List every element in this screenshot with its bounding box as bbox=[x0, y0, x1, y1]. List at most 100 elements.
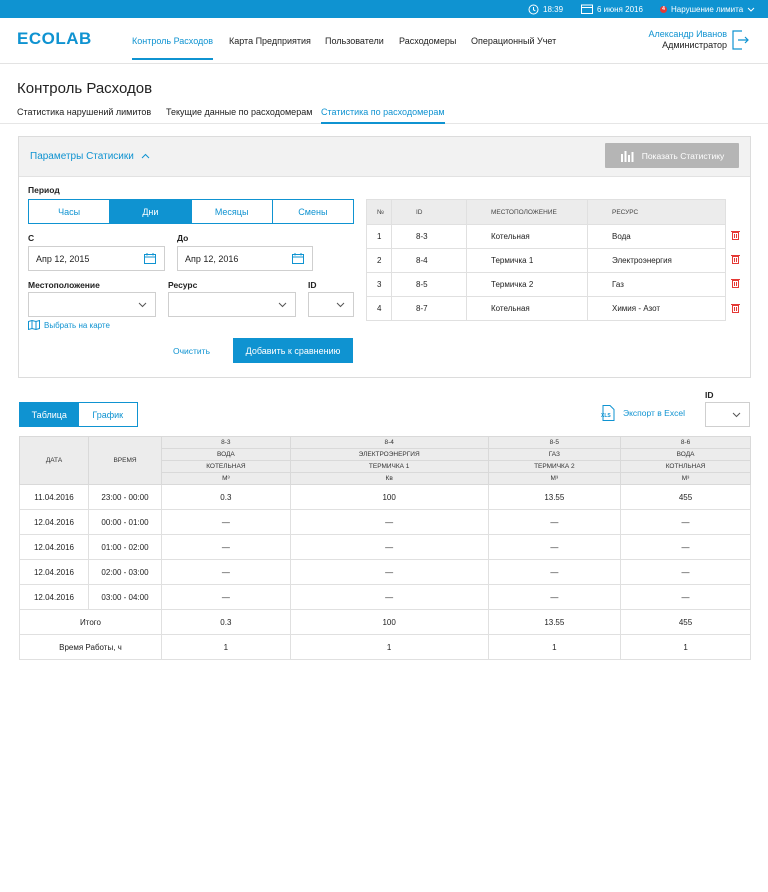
panel-title-text: Параметры Статисики bbox=[30, 151, 134, 162]
location-select[interactable] bbox=[28, 292, 156, 317]
chevron-down-icon bbox=[732, 412, 741, 418]
to-label: До bbox=[177, 233, 189, 243]
statistics-table: Дата Время 8-3 8-4 8-5 8-6 Вода Электроэ… bbox=[19, 436, 751, 660]
header-row-id: Дата Время 8-3 8-4 8-5 8-6 bbox=[19, 436, 751, 485]
meter-id: 8-5 bbox=[487, 436, 622, 449]
col-date: Дата bbox=[19, 436, 89, 485]
to-date-value: Апр 12, 2016 bbox=[185, 253, 239, 264]
export-excel-link[interactable]: XLS Экспорт в Excel bbox=[601, 405, 685, 421]
cell-date: 12.04.2016 bbox=[19, 559, 89, 585]
table-row[interactable]: 4 8-7 Котельная Химия - Азот bbox=[366, 296, 726, 321]
chevron-down-icon bbox=[747, 7, 755, 12]
calendar-icon[interactable] bbox=[292, 253, 304, 264]
meter-resource: Электроэнергия bbox=[289, 448, 489, 461]
cell-value: — bbox=[289, 559, 489, 585]
clear-button[interactable]: Очистить bbox=[173, 346, 210, 356]
show-statistics-label: Показать Статистику bbox=[641, 150, 725, 161]
add-to-comparison-button[interactable]: Добавить к сравнению bbox=[233, 338, 353, 363]
bar-chart-icon bbox=[620, 150, 636, 162]
trash-icon[interactable] bbox=[731, 254, 740, 264]
resource-select[interactable] bbox=[168, 292, 296, 317]
cell-value: — bbox=[161, 509, 291, 535]
trash-icon[interactable] bbox=[731, 303, 740, 313]
show-statistics-button[interactable]: Показать Статистику bbox=[605, 143, 739, 168]
meter-location: Котельная bbox=[161, 460, 291, 473]
resource-label: Ресурс bbox=[168, 280, 198, 290]
from-date-field[interactable]: Апр 12, 2015 bbox=[28, 246, 165, 271]
row-location: Термичка 1 bbox=[466, 248, 588, 273]
row-number: 4 bbox=[366, 296, 392, 321]
ecolab-logo[interactable]: ECOLAB bbox=[17, 29, 92, 49]
panel-title[interactable]: Параметры Статисики bbox=[30, 151, 150, 162]
chevron-down-icon bbox=[138, 302, 147, 308]
tab-flowmeter-statistics[interactable]: Статистика по расходомерам bbox=[321, 107, 445, 124]
cell-value: — bbox=[487, 584, 622, 610]
meter-unit: Кв bbox=[289, 472, 489, 485]
row-id: 8-4 bbox=[391, 248, 467, 273]
tab-limit-violations[interactable]: Статистика нарушений лимитов bbox=[17, 107, 151, 117]
meter-unit: М³ bbox=[620, 472, 751, 485]
meter-location: Термичка 1 bbox=[289, 460, 489, 473]
row-id: 8-7 bbox=[391, 296, 467, 321]
user-name[interactable]: Александр Иванов bbox=[649, 29, 727, 39]
row-id: 8-5 bbox=[391, 272, 467, 297]
meter-resource: Вода bbox=[161, 448, 291, 461]
table-header-row: № ID Местоположение Ресурс bbox=[366, 199, 726, 225]
calendar-icon[interactable] bbox=[144, 253, 156, 264]
select-on-map-link[interactable]: Выбрать на карте bbox=[28, 320, 110, 330]
toggle-chart[interactable]: График bbox=[79, 403, 138, 426]
total-value: 13.55 bbox=[487, 609, 622, 635]
nav-flowmeters[interactable]: Расходомеры bbox=[399, 18, 456, 64]
nav-users[interactable]: Пользователи bbox=[325, 18, 384, 64]
trash-icon[interactable] bbox=[731, 278, 740, 288]
tab-current-data[interactable]: Текущие данные по расходомерам bbox=[166, 107, 312, 117]
calendar-icon bbox=[581, 4, 593, 14]
export-excel-text: Экспорт в Excel bbox=[623, 408, 685, 418]
col-time: Время bbox=[88, 436, 162, 485]
total-value: 0.3 bbox=[161, 609, 291, 635]
row-resource: Химия - Азот bbox=[587, 296, 726, 321]
clock-icon bbox=[528, 4, 539, 15]
table-row: 12.04.2016 01:00 - 02:00 — — — — bbox=[19, 534, 751, 560]
nav-expense-control[interactable]: Контроль Расходов bbox=[132, 18, 214, 64]
table-row: 11.04.2016 23:00 - 00:00 0.3 100 13.55 4… bbox=[19, 484, 751, 510]
location-label: Местоположение bbox=[28, 280, 100, 290]
toggle-table[interactable]: Таблица bbox=[20, 403, 79, 426]
id-filter-label: ID bbox=[705, 390, 714, 400]
trash-icon[interactable] bbox=[731, 230, 740, 240]
period-months[interactable]: Месяцы bbox=[192, 200, 273, 223]
xls-icon-text: XLS bbox=[601, 413, 611, 419]
select-on-map-text: Выбрать на карте bbox=[44, 320, 110, 330]
date-display: 6 июня 2016 bbox=[581, 0, 643, 18]
col-resource: Ресурс bbox=[587, 199, 726, 225]
to-date-field[interactable]: Апр 12, 2016 bbox=[177, 246, 313, 271]
id-select[interactable] bbox=[308, 292, 354, 317]
statistics-params-panel: Параметры Статисики Показать Статистику … bbox=[18, 136, 751, 378]
subtabs: Статистика нарушений лимитов Текущие дан… bbox=[0, 102, 768, 124]
id-filter-select[interactable] bbox=[705, 402, 750, 427]
worktime-value: 1 bbox=[620, 634, 751, 660]
period-label: Период bbox=[28, 185, 60, 195]
worktime-value: 1 bbox=[161, 634, 291, 660]
col-location: Местоположение bbox=[466, 199, 588, 225]
table-row: 12.04.2016 00:00 - 01:00 — — — — bbox=[19, 509, 751, 535]
period-days[interactable]: Дни bbox=[110, 200, 192, 223]
cell-date: 12.04.2016 bbox=[19, 534, 89, 560]
period-shifts[interactable]: Смены bbox=[273, 200, 353, 223]
nav-operational-accounting[interactable]: Операционный Учет bbox=[471, 18, 556, 64]
row-location: Термичка 2 bbox=[466, 272, 588, 297]
table-row[interactable]: 2 8-4 Термичка 1 Электроэнергия bbox=[366, 248, 726, 273]
nav-enterprise-map[interactable]: Карта Предприятия bbox=[229, 18, 311, 64]
period-hours[interactable]: Часы bbox=[29, 200, 111, 223]
meter-unit: М³ bbox=[487, 472, 622, 485]
chevron-down-icon bbox=[336, 302, 345, 308]
meter-id: 8-3 bbox=[161, 436, 291, 449]
logout-icon[interactable] bbox=[732, 30, 749, 50]
user-role: Администратор bbox=[662, 40, 727, 50]
table-row: 12.04.2016 02:00 - 03:00 — — — — bbox=[19, 559, 751, 585]
table-row[interactable]: 3 8-5 Термичка 2 Газ bbox=[366, 272, 726, 297]
table-row[interactable]: 1 8-3 Котельная Вода bbox=[366, 224, 726, 249]
limit-alert-dropdown[interactable]: 4 Нарушение лимита bbox=[660, 0, 755, 18]
panel-header[interactable]: Параметры Статисики Показать Статистику bbox=[19, 137, 750, 177]
cell-time: 01:00 - 02:00 bbox=[88, 534, 162, 560]
